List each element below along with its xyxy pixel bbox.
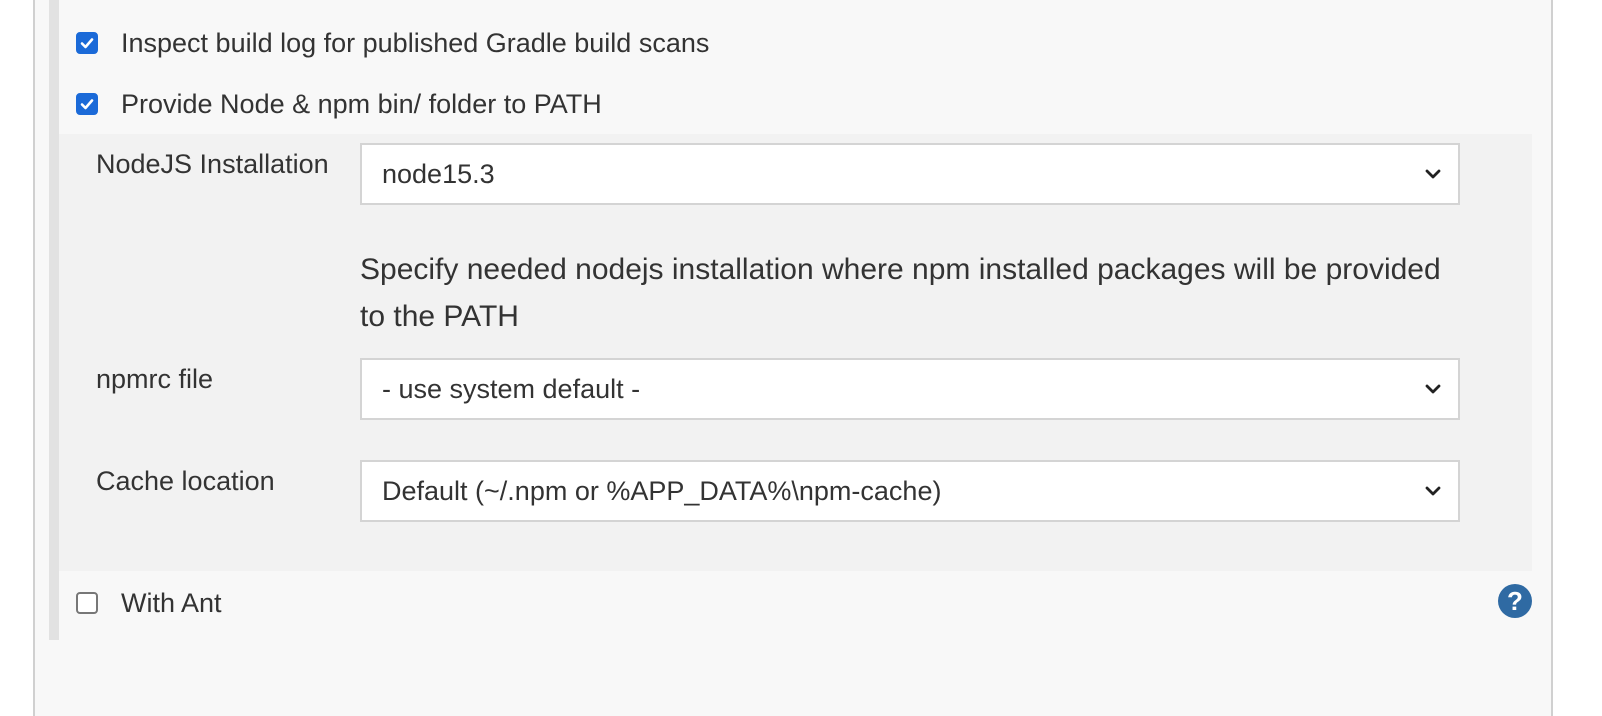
nodejs-installation-label: NodeJS Installation (96, 149, 329, 179)
npmrc-file-value: - use system default - (382, 373, 641, 404)
question-icon[interactable]: ? (1498, 584, 1532, 618)
checkmark-icon (80, 99, 94, 110)
cache-location-select[interactable]: Default (~/.npm or %APP_DATA%\npm-cache) (360, 460, 1460, 522)
inspect-build-log-checkbox[interactable] (76, 32, 98, 54)
provide-node-checkbox[interactable] (76, 93, 98, 115)
cache-location-value: Default (~/.npm or %APP_DATA%\npm-cache) (382, 475, 942, 506)
inspect-build-log-label[interactable]: Inspect build log for published Gradle b… (121, 28, 709, 59)
build-environment-section: Inspect build log for published Gradle b… (0, 0, 1602, 716)
chevron-down-icon (1420, 376, 1446, 402)
nodejs-installation-help: Specify needed nodejs installation where… (360, 253, 1441, 333)
chevron-down-icon (1420, 161, 1446, 187)
npmrc-file-select[interactable]: - use system default - (360, 358, 1460, 420)
chevron-down-icon (1420, 478, 1446, 504)
nodejs-installation-select[interactable]: node15.3 (360, 143, 1460, 205)
cache-location-label: Cache location (96, 466, 275, 496)
inspect-build-log-option[interactable]: Inspect build log for published Gradle b… (76, 26, 709, 60)
checkmark-icon (80, 38, 94, 49)
nodejs-installation-value: node15.3 (382, 158, 495, 189)
with-ant-label[interactable]: With Ant (121, 588, 222, 619)
with-ant-option[interactable]: With Ant (76, 586, 222, 620)
npmrc-file-label: npmrc file (96, 364, 214, 394)
with-ant-checkbox[interactable] (76, 592, 98, 614)
group-indent-bar (49, 0, 59, 640)
provide-node-option[interactable]: Provide Node & npm bin/ folder to PATH (76, 87, 602, 121)
provide-node-label[interactable]: Provide Node & npm bin/ folder to PATH (121, 89, 602, 120)
